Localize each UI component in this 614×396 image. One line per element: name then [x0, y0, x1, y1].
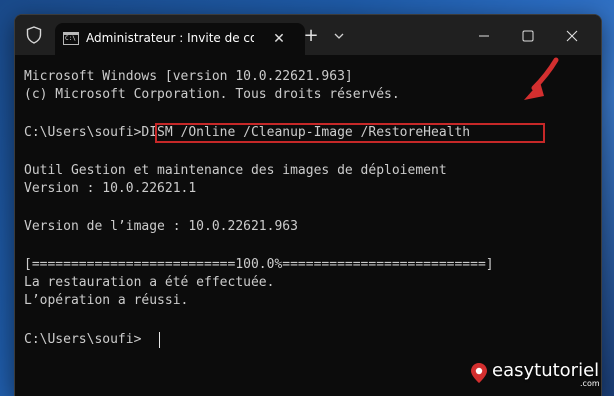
console-line: Microsoft Windows [version 10.0.22621.96…	[24, 69, 353, 84]
terminal-window: C:\ Administrateur : Invite de con ✕ + M…	[14, 14, 602, 396]
new-tab-button[interactable]: +	[301, 27, 321, 47]
progress-bar-line: [==========================100.0%=======…	[24, 257, 494, 272]
console-line: L’opération a réussi.	[24, 293, 189, 308]
watermark-domain: .com	[580, 379, 600, 388]
close-window-button[interactable]	[557, 23, 587, 49]
tab-title: Administrateur : Invite de con	[86, 31, 254, 45]
shield-icon	[26, 26, 42, 44]
tab-close-button[interactable]: ✕	[269, 29, 289, 49]
console-line: Version : 10.0.22621.1	[24, 181, 197, 196]
text-cursor	[159, 332, 160, 348]
console-output[interactable]: Microsoft Windows [version 10.0.22621.96…	[15, 55, 601, 396]
title-bar: C:\ Administrateur : Invite de con ✕ +	[15, 15, 601, 55]
chevron-down-icon[interactable]	[331, 28, 347, 44]
cmd-icon: C:\	[63, 32, 79, 45]
console-line: Outil Gestion et maintenance des images …	[24, 163, 447, 178]
red-arrow-icon	[524, 57, 559, 100]
console-line: Version de l’image : 10.0.22621.963	[24, 219, 298, 234]
maximize-button[interactable]	[513, 23, 543, 49]
minimize-button[interactable]	[469, 23, 499, 49]
command-highlight-box	[155, 123, 545, 143]
watermark-brand: easytutoriel	[492, 360, 600, 381]
console-line: (c) Microsoft Corporation. Tous droits r…	[24, 87, 400, 102]
tab-administrateur[interactable]: C:\ Administrateur : Invite de con ✕	[55, 23, 305, 55]
console-prompt: C:\Users\soufi>	[24, 332, 142, 347]
easytutoriel-logo-icon	[471, 363, 487, 383]
console-line: La restauration a été effectuée.	[24, 275, 275, 290]
